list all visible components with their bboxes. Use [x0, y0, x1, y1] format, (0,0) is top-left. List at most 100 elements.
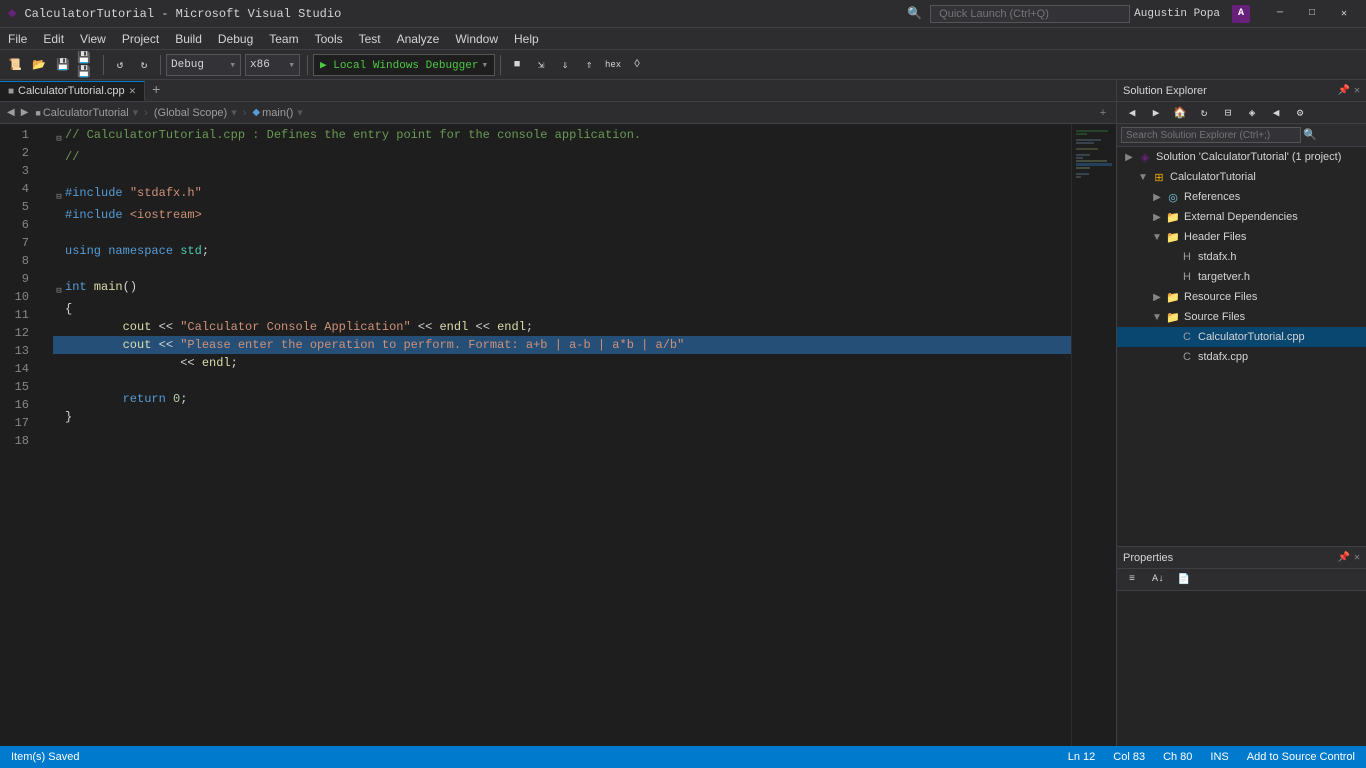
menu-item-view[interactable]: View	[72, 28, 114, 49]
menu-item-edit[interactable]: Edit	[35, 28, 72, 49]
menu-item-project[interactable]: Project	[114, 28, 167, 49]
menu-item-test[interactable]: Test	[351, 28, 389, 49]
code-line-12: cout << "Please enter the operation to p…	[53, 336, 1071, 354]
prop-alpha-btn[interactable]: A↓	[1147, 571, 1169, 589]
step-out-btn[interactable]: ⇑	[578, 54, 600, 76]
se-search-input[interactable]	[1121, 127, 1301, 143]
prop-category-btn[interactable]: ≡	[1121, 571, 1143, 589]
filepath-symbol[interactable]: ◆ main() ▾	[248, 106, 306, 119]
status-left: Item(s) Saved	[8, 751, 82, 763]
menu-item-help[interactable]: Help	[506, 28, 547, 49]
save-all-btn[interactable]: 💾💾	[76, 54, 98, 76]
quick-launch-input[interactable]	[930, 5, 1130, 23]
arch-dropdown[interactable]: x86 ▾	[245, 54, 300, 76]
se-back-btn[interactable]: ◀	[1121, 102, 1143, 124]
menu-item-window[interactable]: Window	[447, 28, 506, 49]
fold-icon-1[interactable]: ⊟	[53, 130, 65, 148]
fold-icon-4[interactable]: ⊟	[53, 188, 65, 206]
status-source-control[interactable]: Add to Source Control	[1244, 751, 1358, 763]
code-text-15: return 0;	[65, 390, 187, 408]
filepath-project[interactable]: ■ CalculatorTutorial ▾	[31, 106, 142, 119]
tree-item-0[interactable]: ▶◈Solution 'CalculatorTutorial' (1 proje…	[1117, 147, 1366, 167]
step-over-btn[interactable]: ⇲	[530, 54, 552, 76]
tree-expand-3[interactable]: ▶	[1149, 212, 1165, 223]
debug-mode-dropdown[interactable]: Debug ▾	[166, 54, 241, 76]
status-col[interactable]: Col 83	[1110, 751, 1148, 763]
menu-item-build[interactable]: Build	[167, 28, 210, 49]
prop-close-icon[interactable]: ✕	[1354, 552, 1360, 564]
status-mode[interactable]: INS	[1207, 751, 1231, 763]
se-search-btn[interactable]: 🔍	[1301, 126, 1319, 144]
tree-expand-2[interactable]: ▶	[1149, 192, 1165, 203]
code-text-12: cout << "Please enter the operation to p…	[65, 336, 684, 354]
se-forward-btn[interactable]: ▶	[1145, 102, 1167, 124]
code-content[interactable]: ⊟// CalculatorTutorial.cpp : Defines the…	[45, 124, 1071, 746]
se-collapse-btn[interactable]: ⊟	[1217, 102, 1239, 124]
tab-close-icon[interactable]: ✕	[129, 86, 137, 97]
menu-item-tools[interactable]: Tools	[307, 28, 351, 49]
tree-item-8[interactable]: ▼📁Source Files	[1117, 307, 1366, 327]
status-ch[interactable]: Ch 80	[1160, 751, 1195, 763]
tree-expand-4[interactable]: ▼	[1149, 232, 1165, 243]
breakpoint-btn[interactable]: ■	[506, 54, 528, 76]
code-text-17	[65, 426, 72, 444]
tree-expand-0[interactable]: ▶	[1121, 152, 1137, 163]
tree-item-4[interactable]: ▼📁Header Files	[1117, 227, 1366, 247]
tree-item-10[interactable]: Cstdafx.cpp	[1117, 347, 1366, 367]
run-button[interactable]: ▶ Local Windows Debugger ▾	[313, 54, 495, 76]
minimize-button[interactable]: ─	[1266, 0, 1294, 28]
code-text-18	[65, 444, 72, 462]
app-title: CalculatorTutorial - Microsoft Visual St…	[24, 7, 907, 21]
menu-item-team[interactable]: Team	[261, 28, 306, 49]
step-into-btn[interactable]: ⇓	[554, 54, 576, 76]
new-project-btn[interactable]: 📜	[4, 54, 26, 76]
tree-item-6[interactable]: Htargetver.h	[1117, 267, 1366, 287]
se-settings-btn[interactable]: ⚙	[1289, 102, 1311, 124]
prop-page-btn[interactable]: 📄	[1173, 571, 1195, 589]
filepath-scope[interactable]: (Global Scope) ▾	[150, 106, 241, 119]
nav-forward-arrow[interactable]: ▶	[18, 107, 32, 118]
tree-item-1[interactable]: ▼⊞CalculatorTutorial	[1117, 167, 1366, 187]
line-number-6: 6	[0, 216, 37, 234]
tree-item-2[interactable]: ▶◎References	[1117, 187, 1366, 207]
menu-item-file[interactable]: File	[0, 28, 35, 49]
new-tab-button[interactable]: +	[145, 81, 167, 101]
line-number-7: 7	[0, 234, 37, 252]
status-message[interactable]: Item(s) Saved	[8, 751, 82, 763]
se-pending-btn[interactable]: ◈	[1241, 102, 1263, 124]
redo-btn[interactable]: ↻	[133, 54, 155, 76]
status-line[interactable]: Ln 12	[1065, 751, 1099, 763]
tree-item-7[interactable]: ▶📁Resource Files	[1117, 287, 1366, 307]
undo-btn[interactable]: ↺	[109, 54, 131, 76]
code-text-2: //	[65, 148, 79, 166]
menu-item-analyze[interactable]: Analyze	[389, 28, 448, 49]
main-layout: ■ CalculatorTutorial.cpp ✕ + ◀ ▶ ■ Calcu…	[0, 80, 1366, 746]
close-button[interactable]: ✕	[1330, 0, 1358, 28]
save-btn[interactable]: 💾	[52, 54, 74, 76]
tree-item-9[interactable]: CCalculatorTutorial.cpp	[1117, 327, 1366, 347]
se-home-btn[interactable]: 🏠	[1169, 102, 1191, 124]
editor-expand-btn[interactable]: +	[1094, 104, 1112, 122]
se-pin-icon[interactable]: 📌	[1338, 85, 1350, 97]
open-btn[interactable]: 📂	[28, 54, 50, 76]
tab-label: CalculatorTutorial.cpp	[18, 85, 125, 97]
code-text-13: << endl;	[65, 354, 238, 372]
tab-calculatortutorial-cpp[interactable]: ■ CalculatorTutorial.cpp ✕	[0, 81, 145, 101]
bookmark-btn[interactable]: ◊	[626, 54, 648, 76]
tree-item-3[interactable]: ▶📁External Dependencies	[1117, 207, 1366, 227]
tree-expand-7[interactable]: ▶	[1149, 292, 1165, 303]
status-right: Ln 12 Col 83 Ch 80 INS Add to Source Con…	[1065, 751, 1358, 763]
tree-expand-1[interactable]: ▼	[1135, 172, 1151, 183]
prop-title: Properties	[1123, 552, 1338, 564]
fold-icon-9[interactable]: ⊟	[53, 282, 65, 300]
tree-item-5[interactable]: Hstdafx.h	[1117, 247, 1366, 267]
nav-back-arrow[interactable]: ◀	[4, 107, 18, 118]
se-filter-btn[interactable]: ◀	[1265, 102, 1287, 124]
prop-pin-icon[interactable]: 📌	[1338, 552, 1350, 564]
tree-expand-8[interactable]: ▼	[1149, 312, 1165, 323]
se-close-icon[interactable]: ✕	[1354, 85, 1360, 97]
restore-button[interactable]: □	[1298, 0, 1326, 28]
hex-btn[interactable]: hex	[602, 54, 624, 76]
se-refresh-btn[interactable]: ↻	[1193, 102, 1215, 124]
menu-item-debug[interactable]: Debug	[210, 28, 261, 49]
